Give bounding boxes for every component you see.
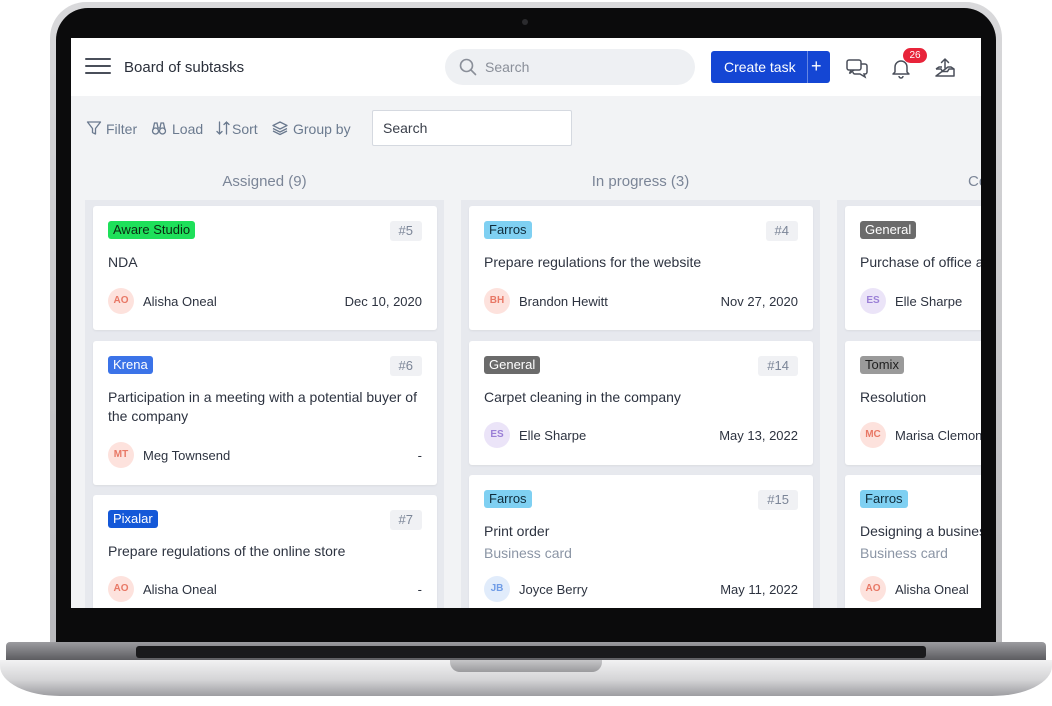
top-bar: Board of subtasks Search Create task + 2… bbox=[71, 38, 981, 96]
task-title: Prepare regulations for the website bbox=[484, 254, 702, 270]
project-tag: General bbox=[484, 356, 541, 374]
project-tag: Krena bbox=[108, 356, 153, 374]
column-title-assigned: Assigned (9) bbox=[222, 173, 307, 190]
task-title: Resolution bbox=[860, 389, 927, 405]
task-subtitle: Business card bbox=[860, 545, 948, 561]
avatar: AO bbox=[108, 576, 134, 602]
project-tag: Farros bbox=[860, 490, 908, 508]
due-date: May 13, 2022 bbox=[719, 428, 798, 443]
assignee-name: Joyce Berry bbox=[519, 582, 588, 597]
board-search-placeholder: Search bbox=[383, 120, 428, 136]
project-tag: Pixalar bbox=[108, 510, 158, 528]
create-task-label: Create task bbox=[724, 59, 796, 75]
avatar: MC bbox=[860, 422, 886, 448]
avatar: ES bbox=[860, 288, 886, 314]
trackpad-notch bbox=[450, 660, 602, 672]
create-task-divider bbox=[807, 51, 808, 83]
due-date: May 11, 2022 bbox=[720, 582, 798, 597]
task-number: #7 bbox=[389, 510, 422, 530]
task-number: #14 bbox=[758, 356, 798, 376]
task-subtitle: Business card bbox=[484, 545, 572, 561]
global-search-placeholder: Search bbox=[485, 59, 530, 75]
task-number: #6 bbox=[389, 356, 422, 376]
project-tag: Aware Studio bbox=[108, 221, 196, 239]
create-task-button[interactable]: Create task + bbox=[711, 51, 830, 83]
filter-label: Filter bbox=[106, 121, 138, 137]
laptop-hinge bbox=[6, 642, 1046, 660]
due-date: - bbox=[417, 582, 422, 597]
webcam bbox=[522, 19, 528, 25]
laptop-base bbox=[0, 642, 1052, 700]
upload-icon[interactable] bbox=[933, 56, 957, 80]
page-title: Board of subtasks bbox=[124, 59, 245, 76]
column-title-in-progress: In progress (3) bbox=[591, 173, 690, 190]
task-title: Carpet cleaning in the company bbox=[484, 389, 681, 405]
assignee-name: Meg Townsend bbox=[143, 448, 231, 463]
hamburger-menu-icon[interactable] bbox=[85, 58, 111, 76]
avatar: MT bbox=[108, 442, 134, 468]
avatar: AO bbox=[860, 576, 886, 602]
task-title: Participation in a meeting with a potent… bbox=[108, 389, 417, 424]
layers-icon bbox=[272, 121, 288, 136]
assignee-name: Brandon Hewitt bbox=[519, 294, 608, 309]
plus-icon[interactable]: + bbox=[811, 56, 822, 77]
filter-icon bbox=[86, 121, 102, 135]
sort-icon bbox=[216, 121, 230, 135]
assignee-name: Elle Sharpe bbox=[519, 428, 587, 443]
assignee-name: Elle Sharpe bbox=[895, 294, 963, 309]
task-card[interactable]: Farros Designing a busines Business card… bbox=[845, 475, 981, 608]
task-title: Purchase of office ac bbox=[860, 254, 981, 270]
assignee-name: Alisha Oneal bbox=[143, 582, 217, 597]
task-title: Print order bbox=[484, 523, 550, 539]
task-card[interactable]: General Purchase of office ac ES Elle Sh… bbox=[845, 206, 981, 330]
search-icon bbox=[459, 58, 477, 76]
due-date: - bbox=[417, 448, 422, 463]
chat-icon[interactable] bbox=[845, 56, 869, 80]
binoculars-icon bbox=[151, 122, 167, 135]
global-search-input[interactable]: Search bbox=[445, 49, 695, 85]
sort-label: Sort bbox=[232, 121, 258, 137]
project-tag: Farros bbox=[484, 490, 532, 508]
column-title-completed: Co bbox=[968, 173, 981, 190]
task-card[interactable]: Krena #6 Participation in a meeting with… bbox=[93, 341, 437, 485]
project-tag: Farros bbox=[484, 221, 532, 239]
task-number: #4 bbox=[765, 221, 798, 241]
due-date: Dec 10, 2020 bbox=[344, 294, 422, 309]
assignee-name: Alisha Oneal bbox=[143, 294, 217, 309]
avatar: JB bbox=[484, 576, 510, 602]
task-card[interactable]: Aware Studio #5 NDA AO Alisha Oneal Dec … bbox=[93, 206, 437, 330]
project-tag: Tomix bbox=[860, 356, 904, 374]
board-search-input[interactable]: Search bbox=[372, 110, 572, 146]
app-screen: Board of subtasks Search Create task + 2… bbox=[71, 38, 981, 608]
task-card[interactable]: Farros #15 Print order Business card JB … bbox=[469, 475, 813, 608]
task-card[interactable]: Farros #4 Prepare regulations for the we… bbox=[469, 206, 813, 330]
task-number: #15 bbox=[758, 490, 798, 510]
assignee-name: Alisha Oneal bbox=[895, 582, 969, 597]
group-by-label: Group by bbox=[293, 121, 351, 137]
load-label: Load bbox=[172, 121, 204, 137]
task-card[interactable]: Pixalar #7 Prepare regulations of the on… bbox=[93, 495, 437, 608]
avatar: ES bbox=[484, 422, 510, 448]
notification-count-badge: 26 bbox=[903, 48, 927, 63]
avatar: AO bbox=[108, 288, 134, 314]
task-title: NDA bbox=[108, 254, 138, 270]
assignee-name: Marisa Clemons bbox=[895, 428, 981, 443]
task-title: Designing a busines bbox=[860, 523, 981, 539]
task-title: Prepare regulations of the online store bbox=[108, 543, 346, 559]
task-card[interactable]: General #14 Carpet cleaning in the compa… bbox=[469, 341, 813, 465]
due-date: Nov 27, 2020 bbox=[720, 294, 798, 309]
task-number: #5 bbox=[389, 221, 422, 241]
avatar: BH bbox=[484, 288, 510, 314]
keyboard bbox=[136, 646, 926, 658]
task-card[interactable]: Tomix Resolution MC Marisa Clemons bbox=[845, 341, 981, 465]
project-tag: General bbox=[860, 221, 917, 239]
